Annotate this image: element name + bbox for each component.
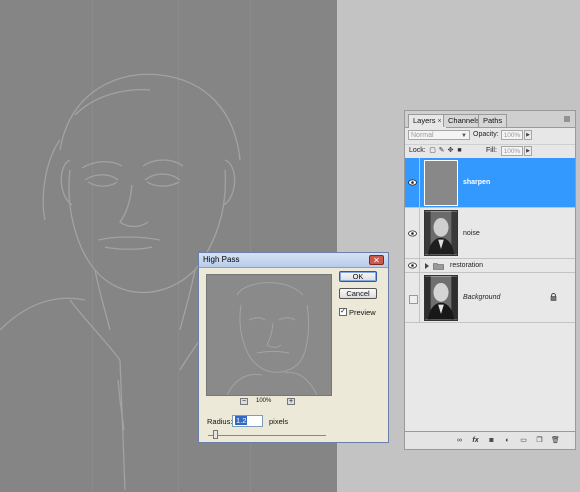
group-icon[interactable]: ▭ (519, 436, 528, 445)
opacity-label: Opacity: (473, 131, 499, 138)
layer-name[interactable]: restoration (450, 262, 483, 269)
panel-menu-icon[interactable] (563, 115, 571, 123)
fill-label: Fill: (486, 147, 497, 154)
blend-mode-select[interactable]: Normal ▼ (408, 130, 470, 140)
fx-icon[interactable]: fx (471, 436, 480, 445)
preview-checkbox[interactable]: ✓ (339, 308, 347, 316)
panel-tab-bar: Layers × Channels Paths (405, 111, 575, 128)
blend-mode-value: Normal (411, 132, 434, 139)
fill-slider-button[interactable]: ▶ (524, 146, 532, 156)
lock-transparent-icon[interactable]: ▢ (429, 147, 436, 154)
visibility-cell[interactable] (405, 158, 420, 207)
tab-paths[interactable]: Paths (478, 114, 508, 127)
layer-row-restoration[interactable]: restoration (405, 259, 575, 273)
layer-thumbnail (424, 160, 458, 206)
layer-thumbnail (424, 275, 458, 321)
eye-icon[interactable] (408, 230, 417, 237)
lock-image-icon[interactable]: ✎ (438, 147, 445, 154)
new-layer-icon[interactable]: ❐ (535, 436, 544, 445)
lock-icon (550, 293, 557, 301)
zoom-level: 100% (256, 398, 272, 404)
layer-name[interactable]: sharpen (463, 179, 490, 186)
high-pass-dialog: High Pass ✕ − 100% + OK Cancel ✓ Preview… (198, 252, 389, 443)
zoom-out-button[interactable]: − (240, 398, 248, 405)
tab-layers[interactable]: Layers × (408, 114, 447, 128)
preview-label: Preview (349, 308, 376, 317)
radius-unit-label: pixels (269, 417, 289, 426)
visibility-cell[interactable] (405, 208, 420, 258)
layer-row-noise[interactable]: noise (405, 208, 575, 259)
layer-name[interactable]: Background (463, 294, 500, 301)
radius-input[interactable]: 1.2 (232, 415, 263, 427)
folder-icon (433, 263, 444, 270)
link-icon[interactable]: ∞ (455, 436, 464, 445)
close-icon[interactable]: × (438, 118, 442, 125)
radius-slider-track[interactable] (208, 435, 326, 436)
lock-row: Lock: ▢ ✎ ✥ ■ Fill: 100% ▶ (405, 145, 575, 159)
mask-icon[interactable]: ◙ (487, 436, 496, 445)
layers-panel: Layers × Channels Paths Normal ▼ Opacity:… (404, 110, 576, 450)
radius-value: 1.2 (235, 416, 248, 425)
tab-layers-label: Layers (413, 116, 436, 125)
visibility-cell[interactable] (405, 273, 420, 322)
lock-label: Lock: (409, 147, 426, 154)
zoom-in-button[interactable]: + (287, 398, 295, 405)
layers-list: sharpen noise restoration Background (405, 158, 575, 433)
layer-thumbnail (424, 210, 458, 256)
layer-row-sharpen[interactable]: sharpen (405, 158, 575, 208)
visibility-off-icon[interactable] (409, 295, 418, 304)
cancel-button[interactable]: Cancel (339, 288, 377, 299)
lock-all-icon[interactable]: ■ (456, 147, 463, 154)
expand-arrow-icon[interactable] (424, 262, 430, 270)
close-button[interactable]: ✕ (369, 255, 384, 265)
radius-label: Radius: (207, 417, 233, 426)
trash-icon[interactable]: 🗑 (551, 436, 560, 445)
layer-row-background[interactable]: Background (405, 273, 575, 323)
eye-icon[interactable] (408, 179, 417, 186)
opacity-field[interactable]: 100% (501, 130, 523, 140)
blend-row: Normal ▼ Opacity: 100% ▶ (405, 128, 575, 145)
chevron-down-icon: ▼ (461, 133, 467, 139)
layers-bottom-bar: ∞ fx ◙ ◐ ▭ ❐ 🗑 (405, 431, 575, 449)
layer-name[interactable]: noise (463, 230, 480, 237)
fill-field[interactable]: 100% (501, 146, 523, 156)
adjustment-icon[interactable]: ◐ (503, 436, 512, 445)
dialog-title: High Pass (199, 253, 388, 268)
filter-preview[interactable] (206, 274, 332, 396)
opacity-slider-button[interactable]: ▶ (524, 130, 532, 140)
preview-image (226, 282, 318, 395)
visibility-cell[interactable] (405, 259, 420, 272)
radius-slider-thumb[interactable] (213, 430, 218, 439)
lock-position-icon[interactable]: ✥ (447, 147, 454, 154)
ok-button[interactable]: OK (339, 271, 377, 282)
eye-icon[interactable] (408, 262, 417, 269)
